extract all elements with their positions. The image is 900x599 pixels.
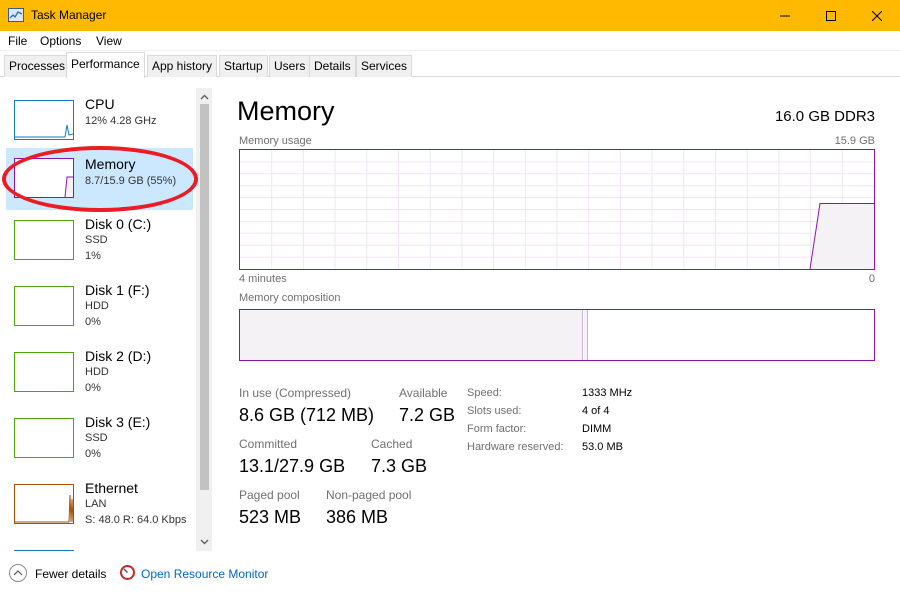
paged-pool-value: 523 MB (239, 507, 302, 527)
sidebar-item-disk-3[interactable]: Disk 3 (E:) SSD 0% (6, 408, 193, 470)
disk-thumbnail-graph (14, 286, 74, 326)
menu-view[interactable]: View (96, 34, 122, 48)
disk-thumbnail-graph (14, 352, 74, 392)
cpu-thumbnail-graph (14, 100, 74, 140)
available-label: Available (399, 386, 448, 400)
memory-spec: 16.0 GB DDR3 (774, 108, 875, 125)
slots-used-value: 4 of 4 (582, 405, 610, 417)
title-bar[interactable]: Task Manager (0, 0, 900, 31)
tab-services[interactable]: Services (356, 55, 413, 77)
sidebar-item-disk-2[interactable]: Disk 2 (D:) HDD 0% (6, 342, 193, 404)
available-value: 7.2 GB (399, 405, 456, 425)
cached-label: Cached (371, 437, 413, 451)
time-axis-right: 0 (868, 273, 875, 285)
sidebar-item-detail: 12% 4.28 GHz (85, 115, 157, 127)
speed-value: 1333 MHz (582, 387, 633, 399)
memory-composition-bar (239, 309, 875, 361)
disk-thumbnail-graph (14, 220, 74, 260)
scroll-up-arrow-icon[interactable] (197, 90, 211, 104)
menu-file[interactable]: File (8, 34, 27, 48)
memory-usage-graph (239, 149, 875, 270)
ethernet-thumbnail-graph (14, 484, 74, 524)
minimize-icon (780, 15, 790, 16)
sidebar-item-label: CPU (85, 96, 115, 112)
memory-usage-graph-svg (240, 150, 874, 270)
menu-bar: File Options View (0, 31, 900, 51)
close-button[interactable] (854, 0, 900, 31)
maximize-button[interactable] (808, 0, 854, 31)
sidebar-item-detail: SSD (85, 432, 108, 444)
tab-details[interactable]: Details (309, 55, 356, 77)
tab-startup[interactable]: Startup (219, 55, 268, 77)
cached-value: 7.3 GB (371, 456, 428, 476)
sidebar-scroll-thumb[interactable] (200, 104, 209, 490)
minimize-button[interactable] (762, 0, 808, 31)
sidebar-item-detail: SSD (85, 234, 108, 246)
tab-app-history[interactable]: App history (147, 55, 218, 77)
composition-modified (584, 310, 588, 360)
footer: Fewer details Open Resource Monitor (0, 559, 900, 599)
sidebar-item-label: Disk 0 (C:) (85, 216, 152, 232)
sidebar-item-label: Disk 1 (F:) (85, 282, 150, 298)
task-manager-icon (8, 8, 24, 22)
hardware-reserved-value: 53.0 MB (582, 441, 623, 453)
sidebar-item-detail: 0% (85, 448, 101, 460)
resource-monitor-icon[interactable] (120, 565, 135, 580)
speed-label: Speed: (467, 387, 502, 399)
menu-options[interactable]: Options (40, 34, 81, 48)
gpu-thumbnail-graph (14, 550, 74, 551)
paged-pool-label: Paged pool (239, 488, 300, 502)
scroll-down-arrow-icon[interactable] (197, 535, 211, 549)
committed-label: Committed (239, 437, 298, 451)
open-resource-monitor-link[interactable]: Open Resource Monitor (141, 567, 268, 581)
sidebar-item-detail: S: 48.0 R: 64.0 Kbps (85, 514, 187, 526)
non-paged-pool-value: 386 MB (326, 507, 389, 527)
sidebar-item-label: Disk 3 (E:) (85, 414, 151, 430)
disk-thumbnail-graph (14, 418, 74, 458)
chevron-up-icon[interactable] (9, 564, 27, 582)
non-paged-pool-label: Non-paged pool (326, 488, 412, 502)
sidebar-item-label: Ethernet (85, 480, 138, 496)
in-use-value: 8.6 GB (712 MB) (239, 405, 375, 425)
memory-usage-area (810, 203, 874, 269)
memory-composition-label: Memory composition (239, 292, 341, 304)
sidebar-item-detail: HDD (85, 366, 109, 378)
form-factor-value: DIMM (582, 423, 612, 435)
sidebar-item-detail: 1% (85, 250, 101, 262)
page-title: Memory (237, 96, 335, 126)
fewer-details-button[interactable]: Fewer details (35, 567, 106, 581)
sidebar-item-label: Disk 2 (D:) (85, 348, 152, 364)
maximize-icon (826, 10, 836, 21)
hardware-reserved-label: Hardware reserved: (467, 441, 564, 453)
memory-usage-label: Memory usage (239, 135, 312, 147)
sidebar-item-detail: HDD (85, 300, 109, 312)
memory-usage-max: 15.9 GB (834, 135, 875, 147)
tab-users[interactable]: Users (269, 55, 311, 77)
sidebar-item-disk-0[interactable]: Disk 0 (C:) SSD 1% (6, 210, 193, 272)
tab-bar: Processes Performance App history Startu… (0, 51, 900, 78)
sidebar-item-detail: LAN (85, 498, 107, 510)
window-title: Task Manager (31, 8, 107, 22)
sidebar-item-gpu[interactable] (6, 540, 193, 551)
sidebar-item-detail: 0% (85, 316, 101, 328)
close-icon (872, 10, 882, 21)
form-factor-label: Form factor: (467, 423, 527, 435)
sidebar-item-cpu[interactable]: CPU 12% 4.28 GHz (6, 90, 193, 152)
composition-in-use (240, 310, 583, 360)
in-use-label: In use (Compressed) (239, 386, 352, 400)
tab-performance[interactable]: Performance (66, 52, 145, 78)
sidebar-item-ethernet[interactable]: Ethernet LAN S: 48.0 R: 64.0 Kbps (6, 474, 193, 536)
time-axis-left: 4 minutes (239, 273, 287, 285)
committed-value: 13.1/27.9 GB (239, 456, 346, 476)
slots-used-label: Slots used: (467, 405, 522, 417)
sidebar-item-disk-1[interactable]: Disk 1 (F:) HDD 0% (6, 276, 193, 338)
sidebar-item-detail: 0% (85, 382, 101, 394)
tab-processes[interactable]: Processes (4, 55, 71, 77)
red-highlight-ring (2, 146, 198, 212)
